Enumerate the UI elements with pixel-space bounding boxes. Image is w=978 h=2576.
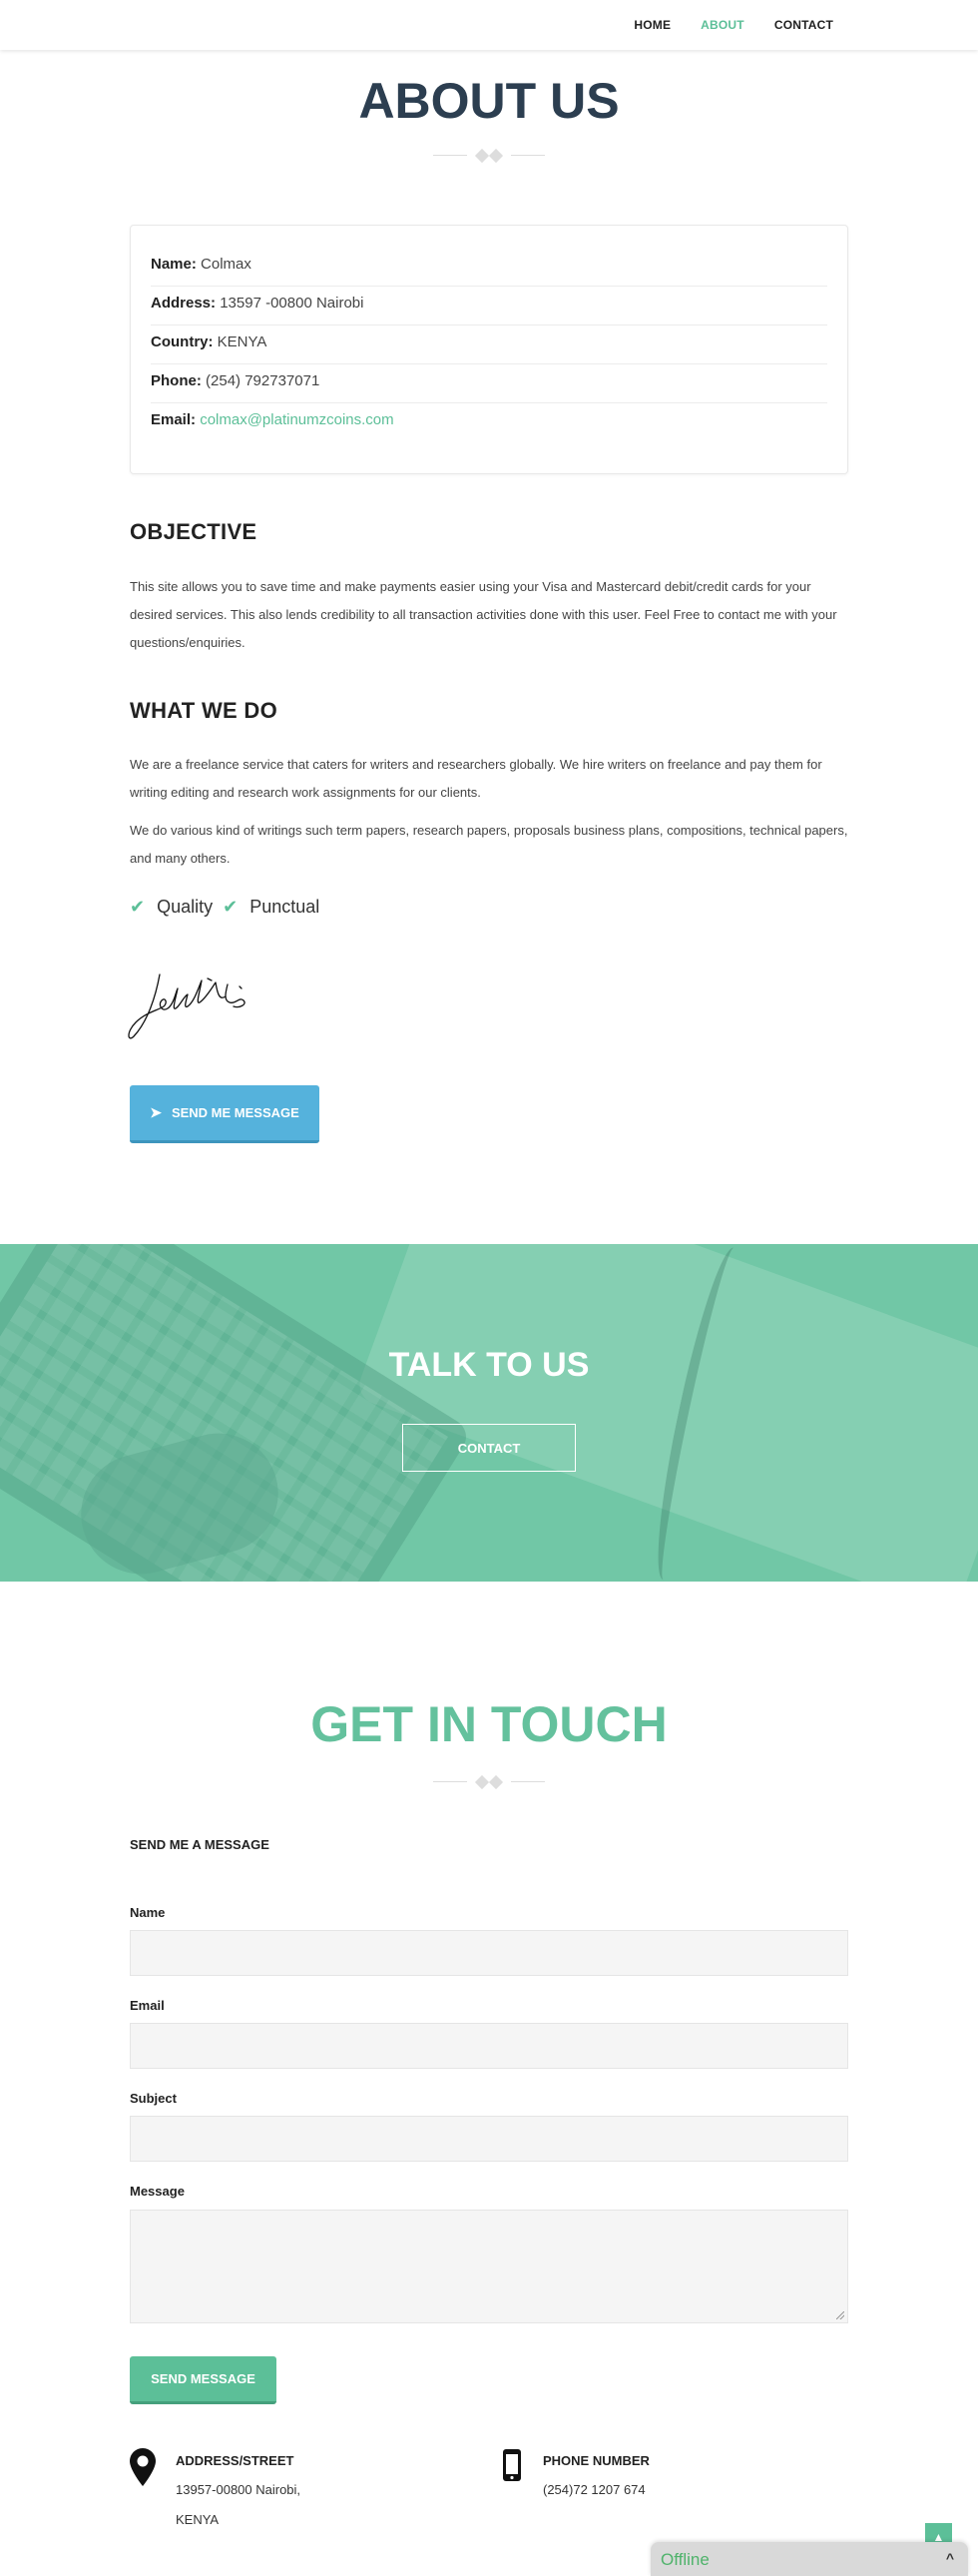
send-me-message-button[interactable]: ➤ SEND ME MESSAGE	[130, 1085, 319, 1143]
subject-label: Subject	[130, 2091, 177, 2106]
info-address-label: Address:	[151, 295, 217, 312]
info-address: Address: 13597 -00800 Nairobi	[151, 287, 827, 325]
objective-heading: OBJECTIVE	[130, 519, 257, 544]
nav-menu: HOME ABOUT CONTACT	[604, 18, 833, 32]
info-phone: Phone: (254) 792737071	[151, 364, 827, 403]
name-label: Name	[130, 1905, 166, 1920]
feature-list: ✔ Quality ✔ Punctual	[130, 897, 329, 918]
whatwedo-paragraph-1: We are a freelance service that caters f…	[130, 757, 822, 800]
talk-contact-button[interactable]: CONTACT	[402, 1424, 576, 1472]
top-navbar: HOME ABOUT CONTACT	[0, 0, 978, 50]
chevron-up-icon[interactable]: ^	[946, 2550, 954, 2566]
info-address-value: 13597 -00800 Nairobi	[220, 295, 364, 312]
address-line-2: KENYA	[176, 2512, 220, 2527]
nav-about[interactable]: ABOUT	[701, 18, 744, 32]
whatwedo-heading: WHAT WE DO	[130, 698, 278, 723]
address-line-1: 13957-00800 Nairobi,	[176, 2482, 301, 2497]
info-country-value: KENYA	[217, 333, 267, 350]
info-email-label: Email:	[151, 411, 197, 428]
map-marker-icon	[130, 2448, 156, 2486]
info-name: Name: Colmax	[151, 248, 827, 287]
info-email-link[interactable]: colmax@platinumzcoins.com	[200, 411, 393, 428]
info-card: Name: Colmax Address: 13597 -00800 Nairo…	[130, 225, 848, 474]
send-message-button[interactable]: SEND MESSAGE	[130, 2356, 276, 2404]
info-country: Country: KENYA	[151, 325, 827, 364]
talk-title: TALK TO US	[388, 1346, 590, 1384]
title-divider	[433, 1774, 545, 1790]
check-icon: ✔	[130, 897, 146, 917]
about-title: ABOUT US	[358, 73, 620, 129]
info-phone-label: Phone:	[151, 372, 202, 389]
phone-heading: PHONE NUMBER	[543, 2453, 650, 2468]
email-label: Email	[130, 1998, 165, 2013]
check-icon: ✔	[223, 897, 239, 917]
info-name-label: Name:	[151, 256, 197, 273]
info-country-label: Country:	[151, 333, 214, 350]
feature-punctual: Punctual	[249, 897, 320, 917]
signature-image	[128, 973, 245, 1039]
whatwedo-paragraph-2: We do various kind of writings such term…	[130, 823, 848, 866]
message-label: Message	[130, 2184, 185, 2199]
info-name-value: Colmax	[201, 256, 251, 273]
subject-input[interactable]	[130, 2116, 848, 2162]
talk-banner: TALK TO US CONTACT	[0, 1244, 978, 1582]
chat-status: Offline	[661, 2550, 710, 2569]
send-me-message-label: SEND ME MESSAGE	[171, 1105, 299, 1120]
info-email: Email: colmax@platinumzcoins.com	[151, 403, 827, 442]
chat-widget-bar[interactable]: Offline ^	[651, 2542, 968, 2576]
paper-plane-icon: ➤	[150, 1104, 162, 1120]
email-input[interactable]	[130, 2023, 848, 2069]
nav-contact[interactable]: CONTACT	[774, 18, 833, 32]
title-divider	[433, 148, 545, 164]
phone-value: (254)72 1207 674	[543, 2482, 646, 2497]
message-textarea[interactable]	[130, 2210, 848, 2323]
info-phone-value: (254) 792737071	[206, 372, 320, 389]
feature-quality: Quality	[157, 897, 214, 917]
get-in-touch-title: GET IN TOUCH	[310, 1696, 668, 1752]
mobile-phone-icon	[503, 2449, 521, 2481]
form-heading: SEND ME A MESSAGE	[130, 1837, 269, 1852]
objective-text: This site allows you to save time and ma…	[130, 579, 837, 650]
name-input[interactable]	[130, 1930, 848, 1976]
nav-home[interactable]: HOME	[634, 18, 671, 32]
address-heading: ADDRESS/STREET	[176, 2453, 294, 2468]
resize-handle-icon[interactable]	[836, 2311, 844, 2319]
